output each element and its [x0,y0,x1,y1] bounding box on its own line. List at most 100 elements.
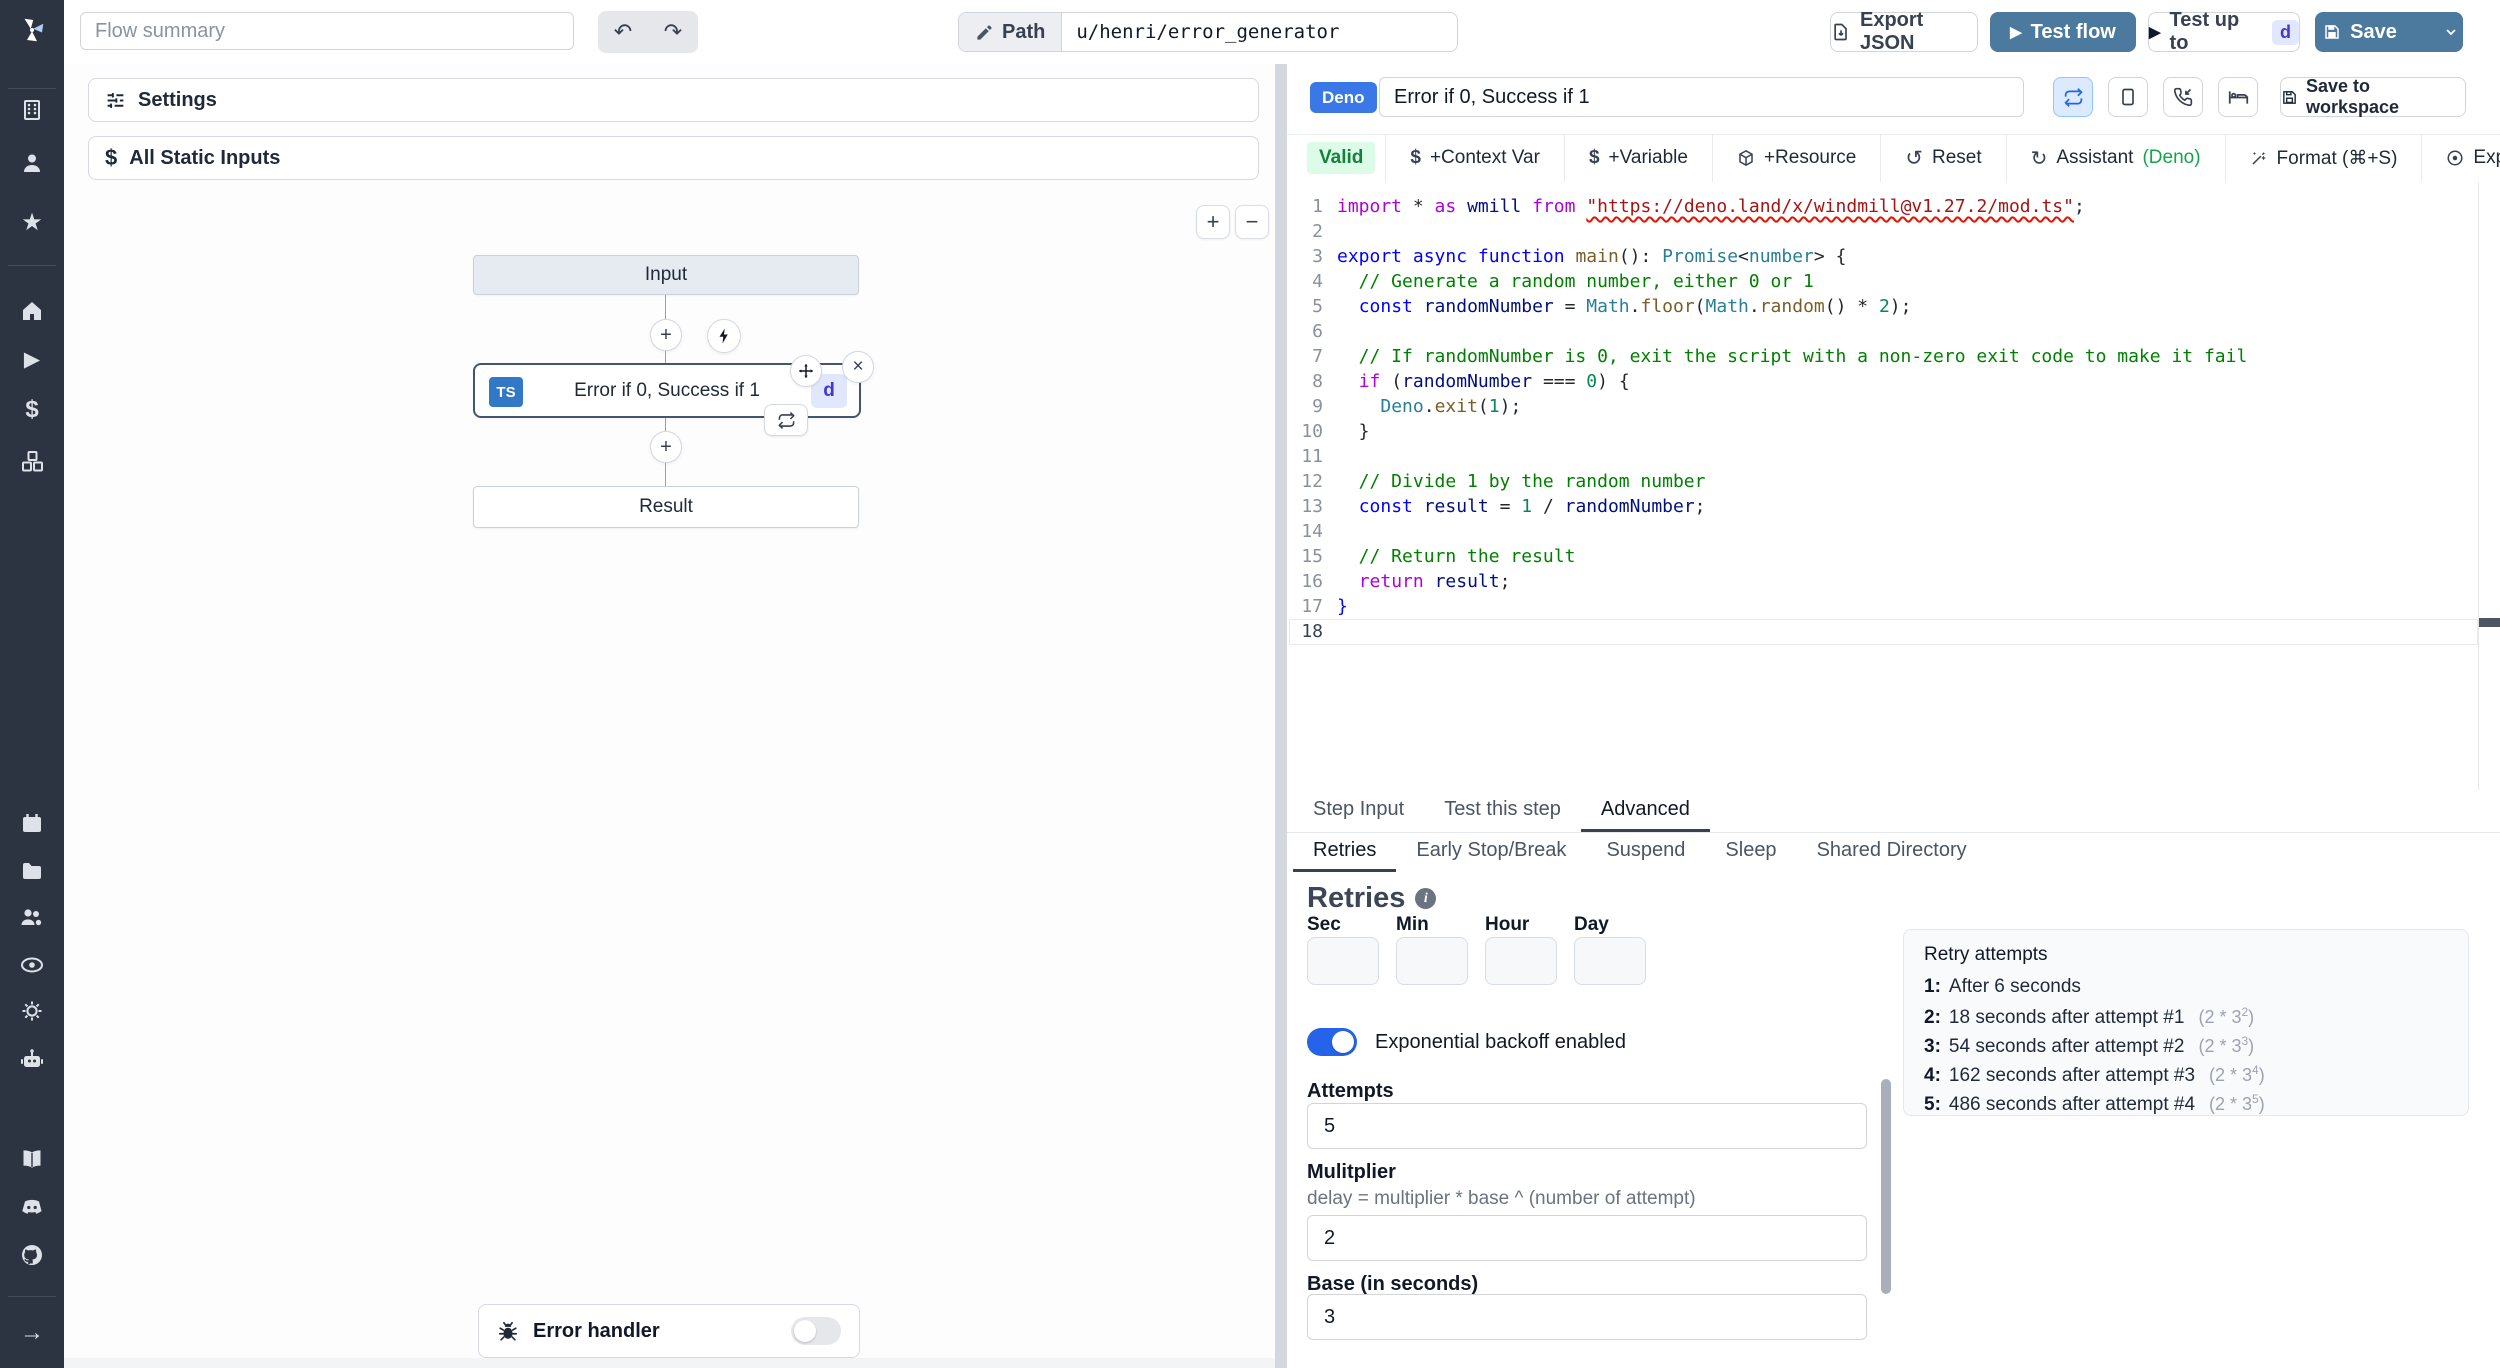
attempts-input[interactable] [1307,1103,1867,1149]
retry-attempts-panel: Retry attempts 1: After 6 seconds 2: 18 sec… [1903,929,2469,1116]
compass-icon [2446,149,2464,167]
discord-icon[interactable] [0,1187,64,1227]
error-handler-toggle[interactable] [791,1317,841,1345]
retry-attempts-list: 1: After 6 seconds 2: 18 seconds after atte… [1924,976,2448,1115]
time-label-day: Day [1574,914,1609,935]
panel-resize-divider[interactable] [1275,64,1287,1368]
github-icon[interactable] [0,1235,64,1275]
time-input-hour[interactable] [1485,937,1557,985]
suspend-shortcut-button[interactable] [2163,77,2203,117]
multiplier-help-text: delay = multiplier * base ^ (number of a… [1307,1188,1696,1209]
subtab-retries[interactable]: Retries [1293,832,1397,872]
refresh-icon: ↻ [2030,147,2048,170]
path-value[interactable]: u/henri/error_generator [1062,13,1353,51]
toolbar-assistant[interactable]: ↻ Assistant (Deno) [2005,134,2225,182]
tab-advanced[interactable]: Advanced [1580,790,1710,832]
flow-node-input[interactable]: Input [473,255,859,295]
flow-edge [665,463,666,486]
bug-icon [497,1320,519,1342]
add-step-button[interactable]: + [650,431,682,463]
pencil-icon [975,23,994,42]
base-input[interactable] [1307,1294,1867,1340]
add-step-button[interactable]: + [650,319,682,351]
retries-shortcut-button[interactable] [2053,77,2093,117]
path-field[interactable]: Path u/henri/error_generator [958,12,1458,52]
all-static-inputs-row[interactable]: $ All Static Inputs [88,136,1259,180]
subtab-suspend[interactable]: Suspend [1586,832,1705,872]
exponential-backoff-toggle[interactable] [1307,1028,1357,1056]
toolbar-explore-other-s[interactable]: Explore other s [2421,134,2500,182]
square-icon [2118,87,2138,107]
move-step-handle[interactable] [790,355,822,387]
audit-eye-icon[interactable] [0,945,64,985]
dollar-icon: $ [1410,147,1421,168]
home-icon[interactable] [0,291,64,331]
info-icon[interactable]: i [1415,888,1437,909]
workspace-building-icon[interactable] [0,90,64,130]
error-handler-label: Error handler [533,1319,660,1342]
windmill-logo-icon[interactable] [0,10,64,50]
step-node-label: Error if 0, Success if 1 [574,379,760,401]
workers-robot-icon[interactable] [0,1039,64,1079]
time-label-sec: Sec [1307,914,1341,935]
zoom-in-button[interactable]: + [1196,205,1230,239]
runs-play-icon[interactable]: ▶ [0,339,64,379]
base-label: Base (in seconds) [1307,1273,1479,1295]
undo-icon[interactable]: ↶ [614,21,632,43]
save-dropdown-button[interactable] [2431,13,2471,51]
early-stop-shortcut-button[interactable] [2108,77,2148,117]
flow-node-result[interactable]: Result [473,486,859,528]
test-flow-button[interactable]: ▶ Test flow [1990,12,2136,52]
typescript-badge: TS [489,377,523,407]
subtab-early-stop-break[interactable]: Early Stop/Break [1396,832,1586,872]
save-split-button: Save [2315,12,2463,52]
docs-book-icon[interactable] [0,1139,64,1179]
settings-gear-icon[interactable] [0,991,64,1031]
flow-settings-row[interactable]: Settings [88,78,1259,122]
variables-dollar-icon[interactable]: $ [0,390,64,430]
play-icon: ▶ [2010,24,2022,41]
delete-step-button[interactable]: × [842,351,874,383]
save-to-workspace-button[interactable]: Save to workspace [2280,76,2466,117]
retry-attempt-row: 2: 18 seconds after attempt #1 (2 * 32) [1924,1005,2255,1028]
canvas-bottom-strip [64,1358,1275,1368]
dollar-icon: $ [1588,147,1600,168]
error-handler-row: Error handler [478,1304,860,1358]
sliders-icon [105,90,126,111]
toolbar-context-var[interactable]: $ +Context Var [1385,134,1564,182]
folders-icon[interactable] [0,851,64,891]
resources-cubes-icon[interactable] [0,441,64,481]
step-name-input[interactable] [1379,77,2024,117]
time-input-min[interactable] [1396,937,1468,985]
schedules-calendar-icon[interactable] [0,803,64,843]
redo-icon[interactable]: ↷ [664,21,682,43]
toolbar-reset[interactable]: ↺ Reset [1880,134,2005,182]
scrollbar-thumb[interactable] [1881,1079,1891,1294]
favorites-star-icon[interactable]: ★ [0,202,64,242]
export-icon [1831,22,1851,42]
retry-attempts-title: Retry attempts [1924,944,2048,965]
user-icon[interactable] [0,143,64,183]
save-icon [2323,23,2341,41]
tab-step-input[interactable]: Step Input [1293,790,1424,832]
export-json-button[interactable]: Export JSON [1830,9,1978,54]
time-input-sec[interactable] [1307,937,1379,985]
multiplier-input[interactable] [1307,1215,1867,1261]
save-button[interactable]: Save [2307,13,2413,51]
sleep-bed-icon-button[interactable] [2218,77,2258,117]
toolbar-variable[interactable]: $ +Variable [1563,134,1712,182]
retry-repeat-icon[interactable] [764,404,808,436]
subtab-sleep[interactable]: Sleep [1705,832,1796,872]
time-input-day[interactable] [1574,937,1646,985]
trigger-lightning-icon[interactable] [707,319,741,353]
zoom-out-button[interactable]: − [1235,205,1269,239]
groups-icon[interactable] [0,897,64,937]
tab-test-this-step[interactable]: Test this step [1424,790,1581,832]
expand-arrow-icon[interactable]: → [0,1313,64,1353]
code-editor[interactable]: 1 2 3 4 5 6 7 8 9 10 11 12 13 14 15 16 17 18 import * as … [1287,182,2500,790]
flow-summary-input[interactable] [80,12,574,50]
toolbar-format-s[interactable]: Format (⌘+S) [2224,134,2422,182]
subtab-shared-directory[interactable]: Shared Directory [1797,832,1987,872]
toolbar-resource[interactable]: +Resource [1711,134,1880,182]
test-up-to-button[interactable]: ▶ Test up to d [2148,9,2300,54]
